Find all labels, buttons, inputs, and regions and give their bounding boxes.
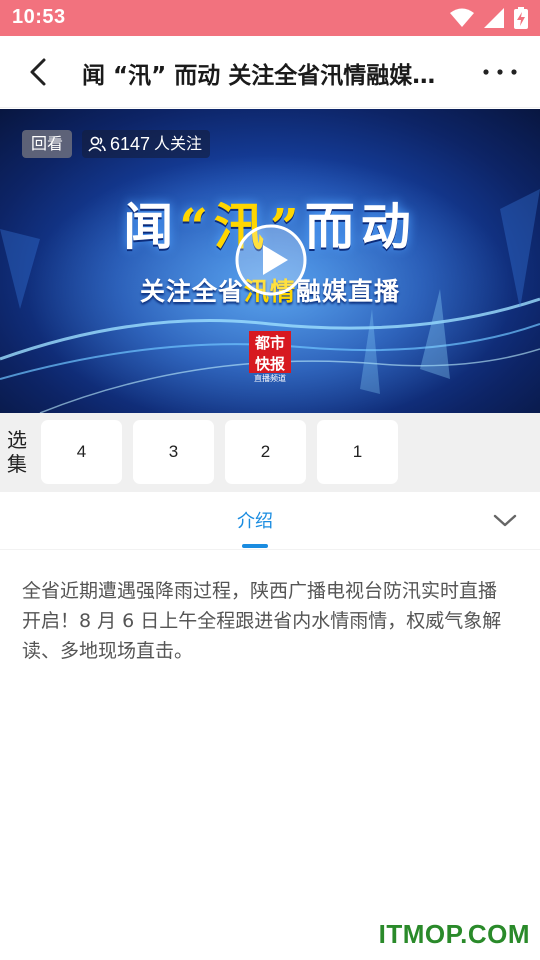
video-subline-pre: 关注全省: [139, 277, 244, 306]
tab-bar: 介绍: [0, 492, 540, 550]
watch-count: 6147: [110, 134, 151, 154]
chevron-down-icon: [493, 514, 517, 527]
users-icon: [88, 136, 106, 152]
status-bar: 10:53: [0, 0, 540, 36]
episode-item[interactable]: 4: [41, 420, 122, 484]
replay-badge: 回看: [22, 130, 73, 158]
channel-logo-icon: 都市 快报 直播频道: [249, 331, 291, 383]
expand-button[interactable]: [492, 510, 518, 530]
page-title: 闻 “汛” 而动 关注全省汛情融媒直播: [82, 63, 442, 89]
episode-item[interactable]: 2: [225, 420, 306, 484]
watch-suffix: 人关注: [154, 134, 203, 153]
video-player[interactable]: 回看 6147 人关注 闻“汛”而动 关注全省汛情融媒直播 都市 快报 直播频道: [0, 109, 540, 413]
svg-text:都市: 都市: [254, 334, 285, 352]
site-watermark: ITMOP.COM: [378, 919, 530, 949]
more-button[interactable]: [480, 54, 520, 90]
wifi-icon: [450, 8, 474, 27]
episode-item[interactable]: 3: [133, 420, 214, 484]
play-icon: [235, 224, 307, 296]
more-dots-icon: [483, 69, 517, 75]
chevron-left-icon: [30, 58, 46, 86]
battery-charging-icon: [514, 7, 528, 29]
dushi-kuaibao-logo: 都市 快报 直播频道: [249, 331, 291, 383]
episode-selector: 选集 4 3 2 1: [0, 413, 540, 492]
video-subline-post: 融媒直播: [296, 277, 401, 306]
tab-active-indicator: [242, 544, 268, 548]
video-headline-pre: 闻: [123, 197, 180, 256]
episode-item[interactable]: 1: [317, 420, 398, 484]
tab-intro[interactable]: 介绍: [225, 507, 285, 533]
app-bar: 闻 “汛” 而动 关注全省汛情融媒直播: [0, 36, 540, 108]
signal-icon: [484, 8, 504, 28]
watch-count-badge: 6147 人关注: [82, 130, 211, 158]
play-button[interactable]: [234, 223, 308, 297]
program-description: 全省近期遭遇强降雨过程，陕西广播电视台防汛实时直播开启！8 月 6 日上午全程跟…: [22, 580, 502, 662]
status-icons: [450, 7, 528, 29]
back-button[interactable]: [20, 52, 60, 92]
svg-text:直播频道: 直播频道: [254, 373, 286, 383]
svg-text:快报: 快报: [255, 355, 285, 373]
video-headline-post: 而动: [304, 197, 417, 256]
episode-label: 选集: [7, 428, 27, 476]
status-time: 10:53: [12, 6, 66, 28]
